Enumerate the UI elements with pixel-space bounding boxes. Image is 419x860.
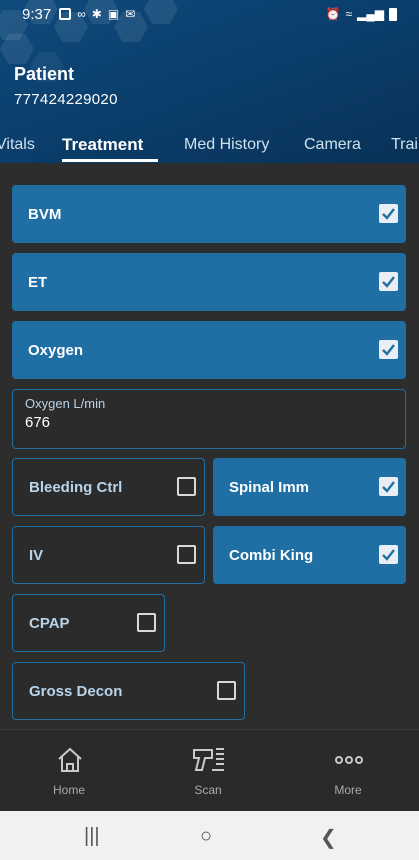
treatment-bleeding-ctrl[interactable]: Bleeding Ctrl bbox=[12, 458, 205, 516]
treatment-label: Gross Decon bbox=[29, 682, 123, 700]
treatment-label: Combi King bbox=[229, 546, 314, 564]
tab-bar: Vitals Treatment Med History Camera Trai bbox=[0, 132, 419, 163]
oxygen-lpm-field[interactable]: Oxygen L/min 676 bbox=[12, 389, 406, 449]
battery-icon bbox=[389, 7, 397, 21]
device-icon: ▣ bbox=[107, 7, 120, 21]
notification-icons: ∞ ✱ ▣ ✉ bbox=[59, 7, 135, 21]
treatment-gross-decon[interactable]: Gross Decon bbox=[12, 662, 245, 720]
status-time: 9:37 bbox=[22, 5, 52, 23]
checkbox-checked-icon[interactable] bbox=[379, 272, 398, 291]
active-tab-indicator bbox=[62, 159, 158, 162]
back-icon[interactable]: ❮ bbox=[320, 825, 337, 850]
treatment-iv[interactable]: IV bbox=[12, 526, 205, 584]
field-value[interactable]: 676 bbox=[25, 414, 50, 431]
treatment-label: Bleeding Ctrl bbox=[29, 478, 123, 496]
nav-label: More bbox=[334, 783, 362, 797]
treatment-label: CPAP bbox=[29, 614, 70, 632]
checkbox-checked-icon[interactable] bbox=[379, 204, 398, 223]
tab-transport[interactable]: Trai bbox=[391, 136, 418, 154]
tab-med-history[interactable]: Med History bbox=[184, 136, 269, 154]
tab-vitals[interactable]: Vitals bbox=[0, 136, 35, 154]
nav-home[interactable]: Home bbox=[9, 730, 129, 812]
tab-treatment[interactable]: Treatment bbox=[62, 135, 143, 155]
checkbox-unchecked-icon[interactable] bbox=[217, 681, 236, 700]
app-header: 9:37 ∞ ✱ ▣ ✉ ⏰ ≈ ▂▄▆ Patient 77742422902… bbox=[0, 0, 419, 163]
alarm-icon: ⏰ bbox=[325, 7, 341, 21]
nav-scan[interactable]: Scan bbox=[148, 730, 268, 812]
treatment-oxygen[interactable]: Oxygen bbox=[12, 321, 406, 379]
home-icon bbox=[58, 747, 82, 772]
patient-title: Patient bbox=[14, 64, 75, 84]
checkbox-checked-icon[interactable] bbox=[379, 477, 398, 496]
bottom-navigation: Home Scan More bbox=[0, 729, 419, 811]
voicemail-icon: ∞ bbox=[77, 7, 86, 21]
system-status-icons: ⏰ ≈ ▂▄▆ bbox=[325, 7, 397, 21]
treatment-spinal-imm[interactable]: Spinal Imm bbox=[213, 458, 406, 516]
checkbox-unchecked-icon[interactable] bbox=[177, 477, 196, 496]
treatment-bvm[interactable]: BVM bbox=[12, 185, 406, 243]
checkbox-checked-icon[interactable] bbox=[379, 340, 398, 359]
wifi-icon: ≈ bbox=[345, 7, 353, 21]
system-navigation-bar: ||| ○ ❮ bbox=[0, 811, 419, 860]
patient-id: 777424229020 bbox=[14, 91, 118, 108]
nav-label: Scan bbox=[194, 783, 222, 797]
app-notification-icon bbox=[59, 8, 72, 20]
field-label: Oxygen L/min bbox=[25, 396, 106, 411]
recent-apps-icon[interactable]: ||| bbox=[84, 825, 100, 848]
message-icon: ✉ bbox=[125, 7, 136, 21]
tab-camera[interactable]: Camera bbox=[304, 136, 361, 154]
treatment-et[interactable]: ET bbox=[12, 253, 406, 311]
checkbox-unchecked-icon[interactable] bbox=[137, 613, 156, 632]
scanner-icon bbox=[193, 748, 224, 771]
treatment-label: Oxygen bbox=[28, 341, 84, 359]
more-icon bbox=[335, 756, 363, 764]
checkbox-checked-icon[interactable] bbox=[379, 545, 398, 564]
treatment-cpap[interactable]: CPAP bbox=[12, 594, 165, 652]
status-bar: 9:37 ∞ ✱ ▣ ✉ ⏰ ≈ ▂▄▆ bbox=[0, 0, 419, 28]
signal-icon: ▂▄▆ bbox=[357, 7, 384, 21]
home-button-icon[interactable]: ○ bbox=[200, 825, 212, 848]
treatment-label: IV bbox=[29, 546, 44, 564]
fan-icon: ✱ bbox=[91, 7, 102, 21]
nav-more[interactable]: More bbox=[288, 730, 408, 812]
checkbox-unchecked-icon[interactable] bbox=[177, 545, 196, 564]
treatment-label: BVM bbox=[28, 205, 62, 223]
treatment-combi-king[interactable]: Combi King bbox=[213, 526, 406, 584]
treatment-label: Spinal Imm bbox=[229, 478, 310, 496]
nav-label: Home bbox=[52, 783, 85, 797]
treatment-label: ET bbox=[28, 273, 48, 291]
